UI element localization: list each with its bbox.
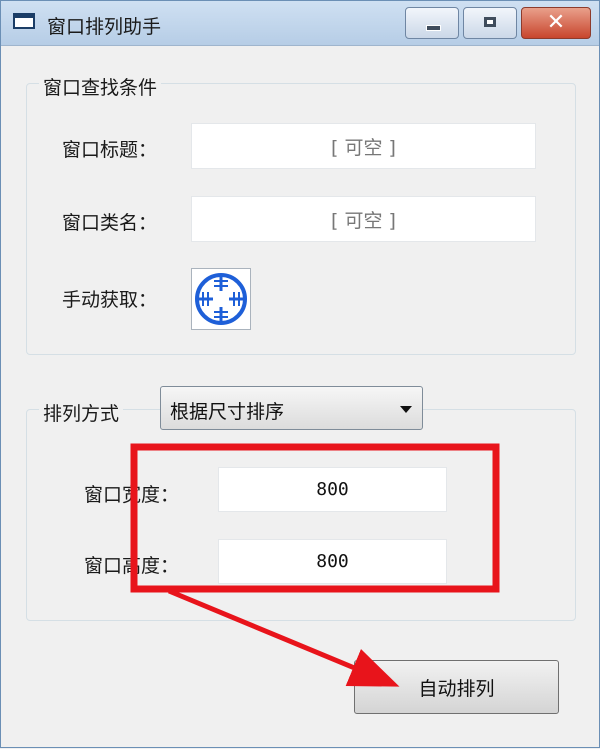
arrange-mode-value: 根据尺寸排序 — [170, 401, 285, 423]
window-width-value: 800 — [316, 479, 349, 500]
window-title-label: 窗口标题： — [62, 139, 158, 161]
window-title: 窗口排列助手 — [47, 16, 162, 38]
find-criteria-legend: 窗口查找条件 — [39, 73, 162, 100]
manual-pick-label: 手动获取： — [62, 289, 158, 311]
auto-arrange-label: 自动排列 — [418, 677, 495, 700]
window-class-input[interactable]: [ 可空 ] — [191, 196, 536, 242]
window-class-placeholder: [ 可空 ] — [331, 209, 396, 232]
crosshair-target-icon — [195, 273, 247, 325]
window-height-label: 窗口高度： — [84, 555, 180, 577]
window-title-placeholder: [ 可空 ] — [331, 136, 396, 159]
minimize-icon — [426, 25, 441, 31]
window-width-input[interactable]: 800 — [218, 467, 447, 512]
arrange-mode-legend: 排列方式 — [39, 399, 124, 426]
minimize-button[interactable] — [405, 7, 459, 39]
maximize-icon — [484, 17, 496, 27]
window-height-input[interactable]: 800 — [218, 539, 447, 584]
close-icon: ✕ — [546, 10, 566, 35]
arrange-mode-group — [26, 409, 576, 621]
app-window: 窗口排列助手 ✕ 窗口查找条件 窗口标题： [ 可空 ] 窗口类名： [ 可空 … — [0, 0, 600, 748]
window-app-icon — [13, 13, 35, 29]
window-picker-button[interactable] — [191, 268, 251, 330]
maximize-button[interactable] — [463, 7, 517, 39]
arrange-mode-select[interactable]: 根据尺寸排序 — [160, 386, 423, 430]
auto-arrange-button[interactable]: 自动排列 — [354, 660, 559, 714]
close-button[interactable]: ✕ — [521, 7, 591, 39]
window-width-label: 窗口宽度： — [84, 484, 180, 506]
title-bar[interactable]: 窗口排列助手 ✕ — [1, 1, 599, 46]
triangle-down-icon — [400, 406, 412, 413]
window-title-input[interactable]: [ 可空 ] — [191, 123, 536, 169]
window-height-value: 800 — [316, 551, 349, 572]
window-class-label: 窗口类名： — [62, 212, 158, 234]
